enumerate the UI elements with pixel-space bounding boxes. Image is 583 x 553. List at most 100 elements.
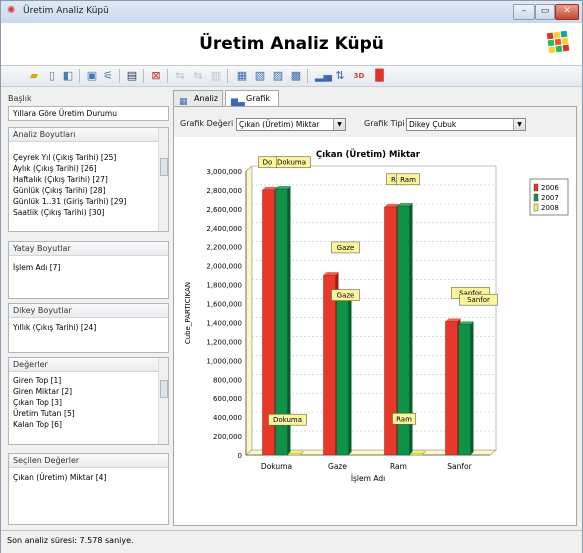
chart-type-icon[interactable]: ▂▄ bbox=[315, 69, 332, 83]
bar bbox=[458, 324, 471, 456]
export-icon[interactable]: ◧ bbox=[61, 69, 75, 83]
tab-label: Analiz bbox=[194, 94, 219, 103]
toolbar-separator bbox=[307, 69, 308, 83]
degerler-panel: Değerler Giren Top [1] Giren Miktar [2] … bbox=[8, 357, 169, 445]
list-item[interactable]: Giren Top [1] bbox=[9, 375, 168, 386]
list-item[interactable]: Üretim Tutarı [5] bbox=[9, 408, 168, 419]
annotation-label: Dokuma bbox=[277, 159, 306, 167]
maximize-button[interactable]: ▭ bbox=[535, 4, 555, 20]
legend-swatch bbox=[533, 183, 539, 192]
chart-settings-icon[interactable]: ⚟ bbox=[101, 69, 115, 83]
secilen-degerler-header: Seçilen Değerler bbox=[9, 454, 168, 468]
bar bbox=[445, 321, 458, 456]
toolbar-separator bbox=[79, 69, 80, 83]
list-item[interactable]: Günlük 1..31 (Giriş Tarihi) [29] bbox=[9, 196, 168, 207]
baslik-input[interactable]: Yıllara Göre Üretim Durumu bbox=[8, 106, 169, 121]
yatay-boyutlar-header: Yatay Boyutlar bbox=[9, 242, 168, 256]
window-icon[interactable]: ▤ bbox=[125, 69, 139, 83]
list-item[interactable]: Haftalık (Çıkış Tarihi) [27] bbox=[9, 174, 168, 185]
scrollbar-thumb[interactable] bbox=[160, 158, 168, 176]
analiz-boyutlari-panel: Analiz Boyutları Çeyrek Yıl (Çıkış Tarih… bbox=[8, 127, 169, 232]
annotation-label: Sanfor bbox=[467, 296, 490, 304]
refresh-icon[interactable]: ▨ bbox=[271, 69, 285, 83]
plot-side-wall bbox=[245, 165, 253, 456]
y-tick-label: 1,800,000 bbox=[206, 282, 242, 290]
tab-grafik[interactable]: ▆▃ Grafik bbox=[225, 90, 279, 107]
grafik-degeri-value: Çıkan (Üretim) Miktar bbox=[239, 120, 320, 129]
x-tick-label: Gaze bbox=[328, 462, 347, 471]
pivot-icon[interactable]: ▩ bbox=[289, 69, 303, 83]
y-tick-label: 1,400,000 bbox=[206, 319, 242, 327]
list-item[interactable]: Çıkan Top [3] bbox=[9, 397, 168, 408]
close-button[interactable]: ✕ bbox=[555, 4, 579, 20]
tab-analiz[interactable]: ▦ Analiz bbox=[173, 90, 223, 107]
list-item[interactable]: Yıllık (Çıkış Tarihi) [24] bbox=[9, 322, 168, 333]
yatay-boyutlar-panel: Yatay Boyutlar İşlem Adı [7] bbox=[8, 241, 169, 299]
colored-bars-icon[interactable]: ▐▌ bbox=[371, 69, 388, 83]
new-document-icon[interactable]: ▯ bbox=[45, 69, 59, 83]
toolbar-separator bbox=[119, 69, 120, 83]
list-item[interactable]: Çıkan (Üretim) Miktar [4] bbox=[9, 472, 168, 483]
annotation-label: Do bbox=[263, 159, 273, 167]
legend-swatch bbox=[533, 203, 539, 212]
scrollbar[interactable] bbox=[158, 358, 168, 444]
bar bbox=[323, 274, 336, 456]
x-tick-label: Dokuma bbox=[261, 462, 292, 471]
list-item[interactable]: Giren Miktar [2] bbox=[9, 386, 168, 397]
bar-chart: Çıkan (Üretim) Miktar 0 200,000 400,000 600,… bbox=[174, 137, 576, 525]
toolbar-separator bbox=[167, 69, 168, 83]
legend-label: 2006 bbox=[541, 184, 559, 192]
list-item[interactable]: Çeyrek Yıl (Çıkış Tarihi) [25] bbox=[9, 152, 168, 163]
cut-icon[interactable]: ⇆ bbox=[173, 69, 187, 83]
legend-label: 2008 bbox=[541, 204, 559, 212]
annotation-label: Dokuma bbox=[273, 416, 302, 424]
bar-side bbox=[348, 294, 352, 455]
chevron-down-icon[interactable]: ▼ bbox=[513, 119, 525, 130]
secilen-degerler-panel: Seçilen Değerler Çıkan (Üretim) Miktar [… bbox=[8, 453, 169, 525]
scrollbar-thumb[interactable] bbox=[160, 380, 168, 398]
toolbar-separator bbox=[143, 69, 144, 83]
annotation-label: Gaze bbox=[337, 244, 355, 252]
y-tick-label: 2,600,000 bbox=[206, 206, 242, 214]
delete-icon[interactable]: ⊠ bbox=[149, 69, 163, 83]
tab-label: Grafik bbox=[246, 94, 271, 103]
3d-icon[interactable]: 3D bbox=[349, 69, 369, 83]
window-title: Üretim Analiz Küpü bbox=[23, 6, 109, 16]
bar bbox=[288, 453, 301, 456]
chart-title: Çıkan (Üretim) Miktar bbox=[316, 149, 421, 160]
status-text: Son analiz süresi: 7.578 saniye. bbox=[7, 536, 134, 545]
x-tick-label: Sanfor bbox=[447, 462, 472, 471]
y-axis-label: Cube_PARTICIKAN bbox=[184, 282, 192, 344]
layout-icon[interactable]: ▧ bbox=[253, 69, 267, 83]
list-item[interactable]: Saatlik (Çıkış Tarihi) [30] bbox=[9, 207, 168, 218]
grid-icon[interactable]: ▦ bbox=[235, 69, 249, 83]
grafik-degeri-label: Grafik Değeri bbox=[180, 119, 234, 128]
grafik-panel: Grafik Değeri Çıkan (Üretim) Miktar ▼ Gr… bbox=[173, 106, 577, 526]
flip-icon[interactable]: ⇅ bbox=[333, 69, 347, 83]
list-item[interactable]: Aylık (Çıkış Tarihi) [26] bbox=[9, 163, 168, 174]
grafik-degeri-select[interactable]: Çıkan (Üretim) Miktar ▼ bbox=[236, 118, 346, 131]
list-item[interactable]: Kalan Top [6] bbox=[9, 419, 168, 430]
scrollbar[interactable] bbox=[158, 128, 168, 231]
y-tick-label: 200,000 bbox=[213, 433, 242, 441]
grafik-tipi-select[interactable]: Dikey Çubuk ▼ bbox=[406, 118, 526, 131]
banner: Üretim Analiz Küpü bbox=[1, 23, 582, 66]
minimize-button[interactable]: – bbox=[513, 4, 535, 20]
title-bar: ✺ Üretim Analiz Küpü – ▭ ✕ bbox=[1, 1, 582, 24]
cube-logo-icon bbox=[546, 30, 570, 54]
list-item[interactable]: İşlem Adı [7] bbox=[9, 262, 168, 273]
open-folder-icon[interactable]: ▰ bbox=[27, 69, 41, 83]
x-axis-label: İşlem Adı bbox=[351, 474, 385, 483]
dikey-boyutlar-header: Dikey Boyutlar bbox=[9, 304, 168, 318]
save-icon[interactable]: ▣ bbox=[85, 69, 99, 83]
baslik-value: Yıllara Göre Üretim Durumu bbox=[13, 109, 117, 118]
chevron-down-icon[interactable]: ▼ bbox=[333, 119, 345, 130]
copy-icon[interactable]: ▥ bbox=[209, 69, 223, 83]
bar-side bbox=[470, 321, 474, 455]
y-tick-label: 2,200,000 bbox=[206, 244, 242, 252]
annotation-label: Ram bbox=[396, 415, 412, 423]
list-item[interactable]: Günlük (Çıkış Tarihi) [28] bbox=[9, 185, 168, 196]
paste-icon[interactable]: ⇆ bbox=[191, 69, 205, 83]
y-tick-label: 600,000 bbox=[213, 395, 242, 403]
annotation-label: Ram bbox=[400, 176, 416, 184]
